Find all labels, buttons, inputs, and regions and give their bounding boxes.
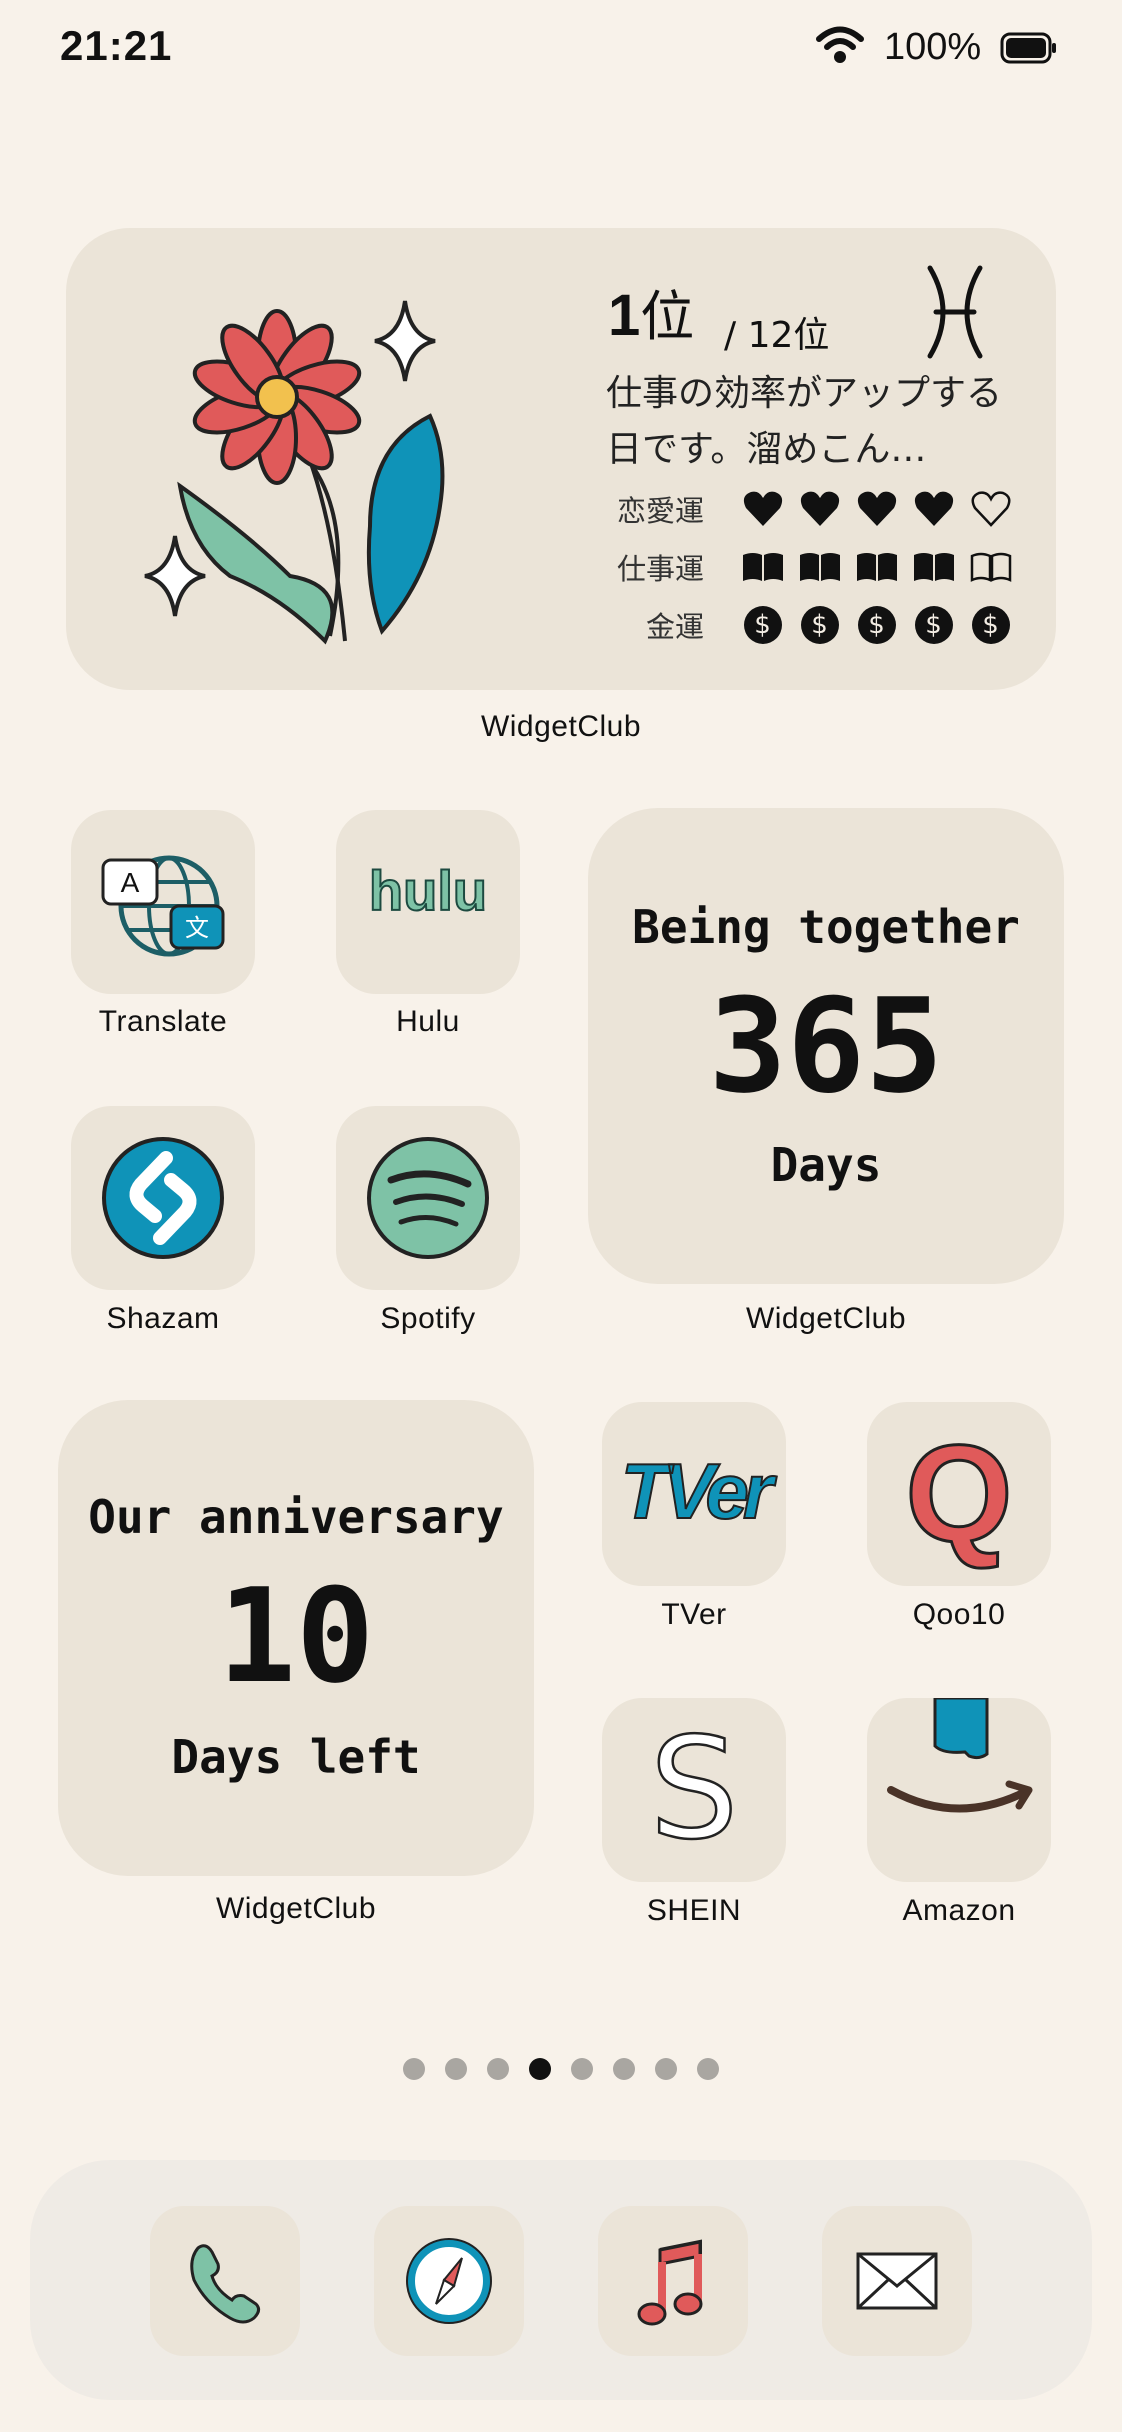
hulu-logo-text: hulu	[368, 858, 488, 923]
spotify-icon	[367, 1137, 489, 1259]
page-dot[interactable]	[613, 2058, 635, 2080]
music-note-icon	[637, 2239, 703, 2326]
rank-number: 1	[608, 283, 641, 348]
work-fortune-label: 仕事運	[616, 552, 704, 586]
amazon-icon	[887, 1696, 1033, 1813]
page-dot[interactable]	[571, 2058, 593, 2080]
shazam-app[interactable]	[71, 1106, 255, 1290]
svg-text:文: 文	[185, 914, 209, 942]
anniversary-caption: WidgetClub	[215, 1892, 377, 1925]
qoo10-icon: Q	[867, 1414, 1051, 1574]
heart-icon	[854, 487, 899, 532]
fortune-total: / 12位	[724, 315, 830, 356]
qoo10-label: Qoo10	[912, 1598, 1006, 1631]
being-together-title: Being together	[632, 900, 1020, 954]
shazam-icon	[102, 1137, 224, 1259]
qoo10-logo-text: Q	[904, 1416, 1014, 1573]
shein-icon: S	[602, 1707, 786, 1873]
shein-label: SHEIN	[646, 1894, 742, 1927]
mail-app[interactable]	[822, 2206, 972, 2356]
page-dot[interactable]	[403, 2058, 425, 2080]
page-dot-current[interactable]	[529, 2058, 551, 2080]
shein-app[interactable]: S	[602, 1698, 786, 1882]
being-together-count: 365	[708, 970, 944, 1122]
mail-icon	[856, 2252, 938, 2310]
anniversary-unit: Days left	[171, 1730, 421, 1784]
phone-icon	[190, 2244, 261, 2324]
shazam-label: Shazam	[106, 1302, 220, 1335]
heart-icon	[797, 487, 842, 532]
coin-icon: $	[968, 603, 1013, 648]
pisces-icon	[922, 264, 988, 360]
flower-illustration	[130, 286, 470, 646]
spotify-label: Spotify	[380, 1302, 476, 1335]
page-indicator[interactable]	[391, 2058, 731, 2080]
book-outline-icon	[968, 545, 1013, 590]
money-fortune-row: 金運 $ $ $ $ $	[606, 600, 1025, 650]
translate-app[interactable]: A 文	[71, 810, 255, 994]
money-fortune-label: 金運	[645, 610, 704, 644]
work-fortune-row: 仕事運	[606, 542, 1025, 592]
compass-icon	[406, 2238, 492, 2324]
amazon-label: Amazon	[902, 1894, 1016, 1927]
qoo10-app[interactable]: Q	[867, 1402, 1051, 1586]
love-fortune-row: 恋愛運	[606, 484, 1025, 534]
being-together-unit: Days	[770, 1138, 882, 1192]
hulu-icon: hulu	[336, 858, 520, 923]
coin-icon: $	[797, 603, 842, 648]
safari-app[interactable]	[374, 2206, 524, 2356]
rank-suffix: 位	[640, 285, 695, 348]
translate-label: Translate	[98, 1005, 228, 1038]
coin-icon: $	[911, 603, 956, 648]
book-icon	[911, 545, 956, 590]
coin-icon: $	[854, 603, 899, 648]
battery-percentage: 100%	[884, 26, 982, 68]
amazon-app[interactable]	[867, 1696, 1051, 1882]
shein-logo-text: S	[648, 1707, 739, 1873]
svg-text:A: A	[121, 867, 140, 898]
heart-icon	[911, 487, 956, 532]
phone-app[interactable]	[150, 2206, 300, 2356]
heart-icon	[740, 487, 785, 532]
hulu-label: Hulu	[396, 1005, 460, 1038]
fortune-message: 仕事の効率がアップする日です。溜めこん…	[606, 373, 1003, 470]
wifi-icon	[816, 26, 864, 66]
book-icon	[797, 545, 842, 590]
anniversary-title: Our anniversary	[88, 1490, 504, 1544]
tver-logo-text: TVer	[620, 1446, 774, 1536]
being-together-caption: WidgetClub	[745, 1302, 907, 1335]
music-app[interactable]	[598, 2206, 748, 2356]
book-icon	[854, 545, 899, 590]
page-dot[interactable]	[655, 2058, 677, 2080]
spotify-app[interactable]	[336, 1106, 520, 1290]
status-time: 21:21	[60, 22, 173, 69]
tver-app[interactable]: TVer	[602, 1402, 786, 1586]
hulu-app[interactable]: hulu	[336, 810, 520, 994]
translate-icon: A 文	[101, 855, 225, 957]
tver-label: TVer	[661, 1598, 727, 1631]
page-dot[interactable]	[445, 2058, 467, 2080]
book-icon	[740, 545, 785, 590]
heart-outline-icon	[968, 487, 1013, 532]
battery-icon	[1000, 32, 1058, 64]
coin-icon: $	[740, 603, 785, 648]
page-dot[interactable]	[697, 2058, 719, 2080]
fortune-rank: 1位	[608, 272, 694, 351]
page-dot[interactable]	[487, 2058, 509, 2080]
anniversary-count: 10	[217, 1560, 375, 1712]
horoscope-widget-caption: WidgetClub	[480, 710, 642, 743]
love-fortune-label: 恋愛運	[616, 494, 704, 528]
tver-icon: TVer	[602, 1446, 786, 1537]
